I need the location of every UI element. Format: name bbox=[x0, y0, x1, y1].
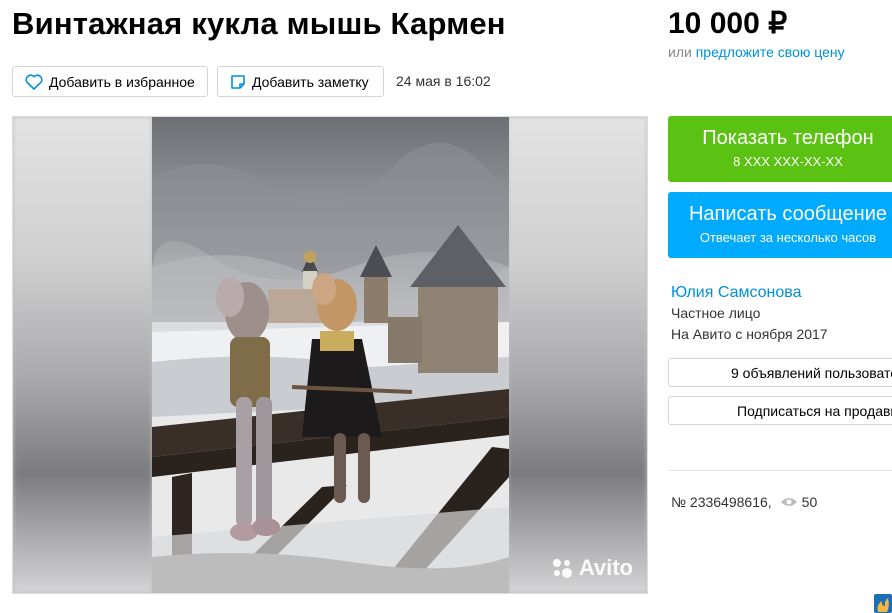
seller-type: Частное лицо bbox=[671, 305, 761, 321]
offer-price-link[interactable]: предложите свою цену bbox=[696, 44, 845, 60]
app-corner-icon[interactable] bbox=[874, 594, 892, 613]
listing-title: Винтажная кукла мышь Кармен bbox=[12, 6, 506, 41]
phone-mask: 8 XXX XXX-XX-XX bbox=[733, 154, 843, 169]
reply-time: Отвечает за несколько часов bbox=[699, 230, 877, 245]
sidebar-divider bbox=[668, 470, 892, 471]
add-to-favorites-label: Добавить в избранное bbox=[49, 73, 195, 90]
price-prefix: или bbox=[668, 44, 692, 60]
write-message-button[interactable]: Написать сообщение Отвечает за несколько… bbox=[668, 192, 892, 258]
subscribe-seller-button[interactable]: Подписаться на продавца bbox=[668, 396, 892, 425]
gallery-blur-left bbox=[13, 117, 152, 593]
heart-icon bbox=[25, 73, 43, 90]
photo-gallery[interactable]: Avito bbox=[12, 116, 648, 594]
watermark-text: Avito bbox=[578, 555, 633, 580]
price: 10 000 ₽ bbox=[668, 7, 788, 40]
publish-date: 24 мая в 16:02 bbox=[396, 73, 491, 89]
price-offer-line: или предложите свою цену bbox=[668, 44, 845, 60]
gallery-blur-right bbox=[508, 117, 647, 593]
view-count: 50 bbox=[801, 494, 818, 510]
add-note-label: Добавить заметку bbox=[252, 73, 369, 90]
seller-ads-button[interactable]: 9 объявлений пользователя bbox=[668, 358, 892, 387]
eye-icon bbox=[780, 498, 797, 506]
item-number: № 2336498616, bbox=[671, 494, 772, 510]
avito-logo-icon bbox=[552, 559, 572, 578]
show-phone-label: Показать телефон bbox=[702, 127, 874, 149]
add-to-favorites-button[interactable]: Добавить в избранное bbox=[12, 66, 208, 97]
show-phone-button[interactable]: Показать телефон 8 XXX XXX-XX-XX bbox=[668, 116, 892, 182]
listing-photo[interactable] bbox=[152, 117, 509, 594]
flame-icon bbox=[877, 598, 889, 612]
write-message-label: Написать сообщение bbox=[688, 203, 887, 225]
item-meta: № 2336498616, 50 bbox=[671, 494, 817, 510]
avito-watermark: Avito bbox=[551, 555, 633, 581]
subscribe-seller-label: Подписаться на продавца bbox=[737, 402, 892, 419]
note-icon bbox=[231, 74, 245, 89]
seller-ads-label: 9 объявлений пользователя bbox=[731, 364, 892, 381]
add-note-button[interactable]: Добавить заметку bbox=[217, 66, 384, 97]
seller-since: На Авито с ноября 2017 bbox=[671, 326, 828, 342]
seller-name-link[interactable]: Юлия Самсонова bbox=[671, 284, 802, 302]
